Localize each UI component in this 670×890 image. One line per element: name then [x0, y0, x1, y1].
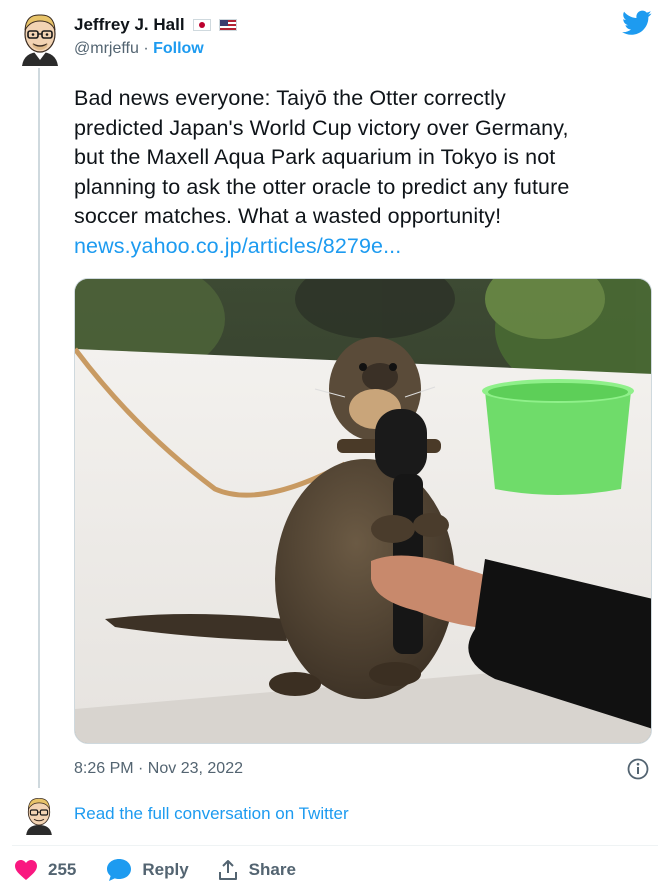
like-button[interactable]: 255 — [14, 859, 76, 881]
handle-separator: · — [143, 40, 149, 57]
thread-line — [38, 68, 40, 788]
author-display-name[interactable]: Jeffrey J. Hall — [74, 15, 185, 35]
tweet-text-line: planning to ask the otter oracle to pred… — [74, 174, 570, 199]
tweet-timestamp[interactable]: 8:26 PM · Nov 23, 2022 — [74, 760, 243, 778]
conversation-avatar[interactable] — [22, 795, 56, 835]
avatar-cartoon-icon — [22, 14, 58, 66]
heart-icon — [15, 860, 37, 880]
twitter-bird-icon[interactable] — [622, 10, 652, 36]
author-handle-row: @mrjeffu · Follow — [74, 40, 237, 58]
tweet-text-line: soccer matches. What a wasted opportunit… — [74, 204, 502, 228]
action-bar: 255 Reply Share — [14, 856, 296, 884]
author-handle[interactable]: @mrjeffu — [74, 40, 139, 57]
read-conversation-link[interactable]: Read the full conversation on Twitter — [74, 804, 349, 824]
author-block: Jeffrey J. Hall @mrjeffu · Follow — [74, 14, 237, 58]
share-button[interactable]: Share — [217, 859, 296, 881]
reply-label: Reply — [142, 860, 189, 879]
tweet-photo[interactable] — [74, 278, 652, 744]
tweet-text-line: Bad news everyone: Taiyō the Otter corre… — [74, 86, 506, 110]
flag-usa-icon — [218, 19, 237, 31]
actions-divider — [12, 845, 658, 846]
share-label: Share — [248, 860, 296, 879]
tweet-text-line: predicted Japan's World Cup victory over… — [74, 115, 569, 140]
flag-japan-icon — [192, 19, 211, 31]
follow-link[interactable]: Follow — [153, 40, 204, 57]
author-name-row: Jeffrey J. Hall — [74, 14, 237, 36]
speech-bubble-icon — [107, 859, 132, 881]
tweet-body: Bad news everyone: Taiyō the Otter corre… — [74, 84, 658, 261]
article-link[interactable]: news.yahoo.co.jp/articles/8279e... — [74, 232, 658, 262]
author-avatar[interactable] — [18, 10, 62, 66]
otter-photo-icon — [75, 279, 651, 743]
tweet-embed: Jeffrey J. Hall @mrjeffu · Follow Bad ne… — [0, 0, 670, 890]
like-count: 255 — [48, 860, 77, 879]
reply-button[interactable]: Reply — [106, 858, 189, 882]
avatar-cartoon-icon — [26, 798, 52, 835]
info-icon[interactable] — [627, 758, 649, 780]
tweet-text-line: but the Maxell Aqua Park aquarium in Tok… — [74, 145, 556, 169]
share-upload-icon — [218, 860, 237, 880]
